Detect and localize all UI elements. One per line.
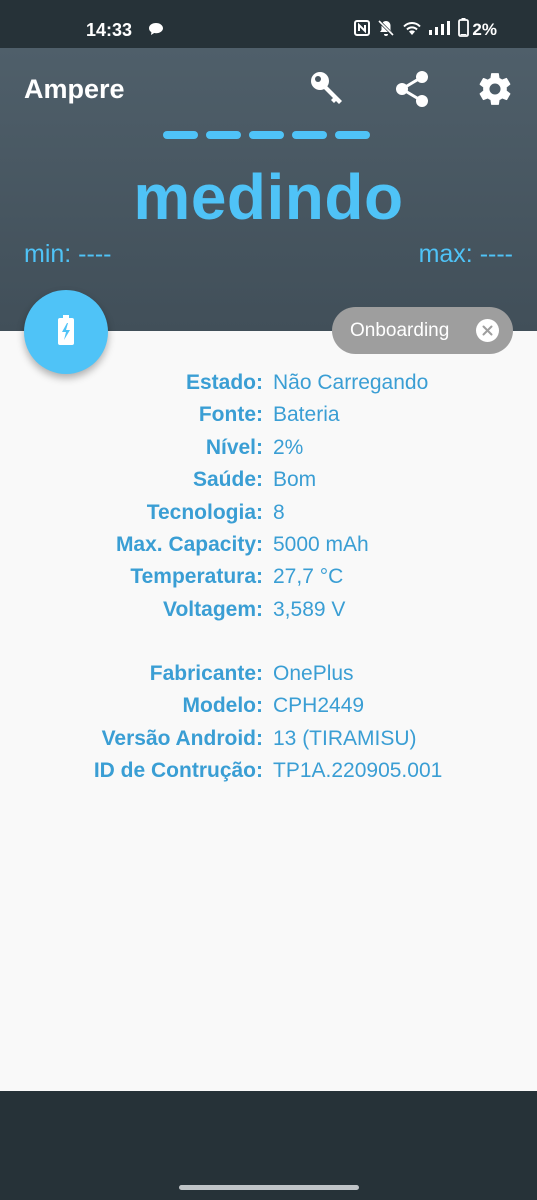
status-time: 14:33	[86, 20, 133, 40]
info-key: Temperatura:	[130, 565, 263, 589]
share-icon	[394, 70, 430, 113]
info-row-estado: Estado: Não Carregando	[0, 367, 537, 399]
message-bubble-icon	[148, 22, 164, 41]
battery-icon	[458, 18, 470, 42]
info-row-build-id: ID de Contrução: TP1A.220905.001	[0, 755, 537, 787]
info-key: Tecnologia:	[146, 500, 263, 524]
share-button[interactable]	[391, 70, 433, 112]
device-info-list: Fabricante: OnePlus Modelo: CPH2449 Versão…	[0, 658, 537, 788]
wifi-icon	[402, 20, 422, 41]
info-row-fabricante: Fabricante: OnePlus	[0, 658, 537, 690]
info-row-max-capacity: Max. Capacity: 5000 mAh	[0, 529, 537, 561]
info-key: Fonte:	[198, 403, 263, 427]
progress-dashes	[163, 131, 370, 139]
info-value: Não Carregando	[273, 371, 429, 394]
nfc-icon	[354, 19, 371, 41]
info-row-versao-android: Versão Android: 13 (TIRAMISU)	[0, 723, 537, 755]
info-value: 13 (TIRAMISU)	[273, 726, 417, 750]
app-title: Ampere	[24, 74, 125, 104]
min-value: min: ----	[24, 240, 112, 268]
info-value: CPH2449	[273, 694, 365, 718]
battery-charging-icon	[57, 314, 75, 350]
status-bar: 14:33 2%	[0, 0, 537, 48]
battery-percent: 2%	[472, 20, 497, 39]
info-value: 8	[273, 500, 285, 524]
current-reading: medindo	[133, 161, 404, 233]
info-key: Fabricante:	[149, 662, 263, 685]
info-row-modelo: Modelo: CPH2449	[0, 690, 537, 722]
info-row-fonte: Fonte: Bateria	[0, 399, 537, 431]
info-value: 5000 mAh	[273, 532, 369, 556]
info-row-tecnologia: Tecnologia: 8	[0, 497, 537, 529]
info-row-nivel: Nível: 2%	[0, 432, 537, 464]
info-key: Modelo:	[182, 694, 263, 718]
key-button[interactable]	[307, 70, 349, 112]
signal-icon	[429, 20, 451, 40]
close-icon[interactable]	[476, 319, 499, 342]
onboarding-chip[interactable]: Onboarding	[332, 307, 513, 354]
info-row-temperatura: Temperatura: 27,7 °C	[0, 561, 537, 593]
info-value: OnePlus	[273, 662, 354, 685]
key-icon	[308, 69, 348, 114]
info-key: Nível:	[205, 435, 263, 459]
bell-off-icon	[377, 19, 395, 42]
info-value: TP1A.220905.001	[273, 759, 443, 783]
settings-button[interactable]	[474, 70, 516, 112]
home-gesture-handle[interactable]	[179, 1185, 359, 1190]
info-value: 3,589 V	[273, 597, 346, 621]
info-key: Max. Capacity:	[115, 532, 263, 556]
info-value: Bom	[273, 468, 317, 492]
max-value: max: ----	[418, 240, 513, 268]
onboarding-chip-label: Onboarding	[350, 319, 450, 341]
info-key: Versão Android:	[101, 726, 263, 750]
app-header: Ampere medindo min: ---- max: ----	[0, 48, 537, 331]
info-value: 27,7 °C	[273, 565, 344, 589]
status-icons: 2%	[354, 18, 497, 42]
navigation-bar	[0, 1091, 537, 1200]
info-key: Estado:	[185, 371, 263, 394]
info-key: ID de Contrução:	[93, 759, 263, 783]
battery-info-list: Estado: Não Carregando Fonte: Bateria Níve…	[0, 367, 537, 626]
info-key: Voltagem:	[163, 597, 263, 621]
info-value: Bateria	[273, 403, 340, 427]
info-value: 2%	[273, 435, 304, 459]
info-row-saude: Saúde: Bom	[0, 464, 537, 496]
info-key: Saúde:	[192, 468, 263, 492]
info-row-voltagem: Voltagem: 3,589 V	[0, 594, 537, 626]
gear-icon	[476, 70, 514, 113]
battery-fab[interactable]	[24, 290, 108, 374]
